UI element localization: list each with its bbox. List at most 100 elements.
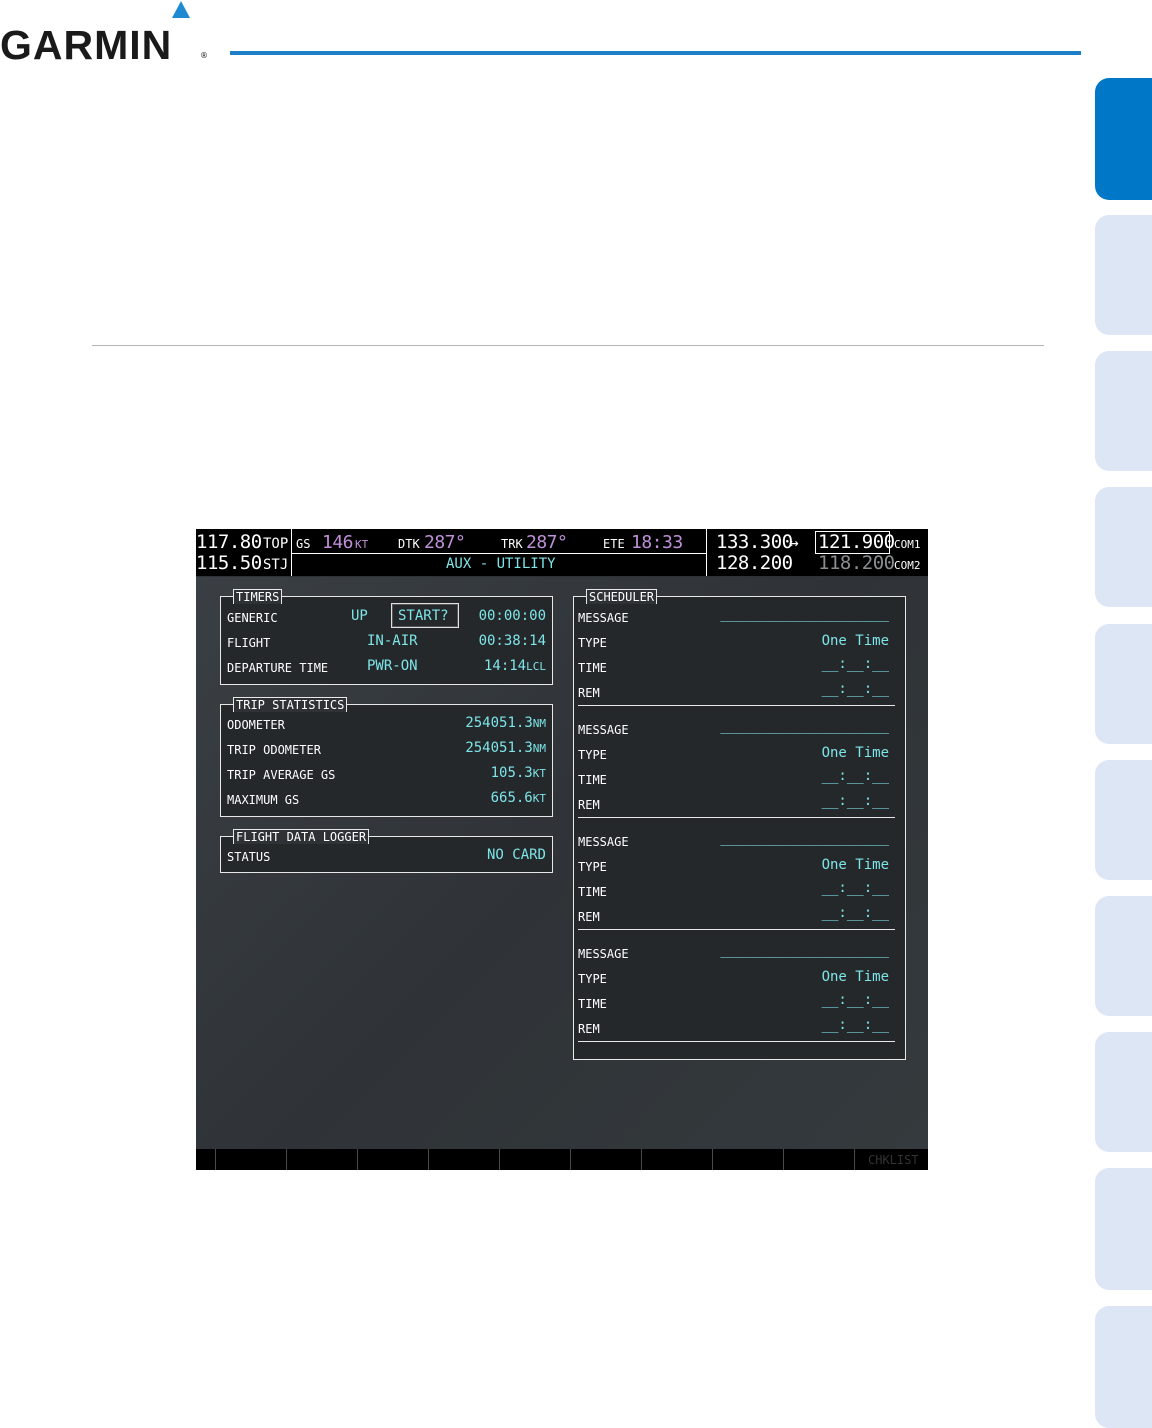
registered-mark: ® (200, 51, 208, 60)
generic-timer-direction[interactable]: UP (351, 609, 368, 623)
nav2-ident: STJ (263, 557, 289, 573)
departure-time-mode[interactable]: PWR-ON (367, 659, 418, 673)
softkey-10[interactable] (854, 1149, 855, 1170)
section-tab-9[interactable] (1095, 1168, 1152, 1290)
flight-timer-label: FLIGHT (227, 636, 271, 650)
trip-statistics-title: TRIP STATISTICS (233, 697, 348, 712)
garmin-logo: GARMIN ® (0, 0, 215, 70)
logo-triangle-icon (172, 1, 190, 18)
com2-active-frequency[interactable]: 118.200 (818, 554, 895, 573)
scheduler-type-label: TYPE (578, 972, 607, 986)
trip-statistics-panel: TRIP STATISTICS ODOMETER 254051.3NM TRIP… (220, 697, 553, 817)
section-tab-2[interactable] (1095, 215, 1152, 335)
dtk-value: 287° (424, 532, 466, 553)
scheduler-rem-label: REM (578, 1022, 600, 1036)
com2-label: COM2 (894, 559, 921, 572)
scheduler-rem-label: REM (578, 910, 600, 924)
softkey-7[interactable] (641, 1149, 642, 1170)
scheduler-type-label: TYPE (578, 748, 607, 762)
scheduler-message-value[interactable]: ____________________ (720, 831, 889, 845)
softkey-6[interactable] (570, 1149, 571, 1170)
scheduler-rem-label: REM (578, 798, 600, 812)
scheduler-type-value[interactable]: One Time (822, 970, 889, 984)
scheduler-time-value[interactable]: __:__:__ (822, 993, 889, 1007)
section-tab-4[interactable] (1095, 487, 1152, 607)
section-tab-8[interactable] (1095, 1032, 1152, 1152)
scheduler-type-value[interactable]: One Time (822, 634, 889, 648)
trip-odometer-value: 254051.3NM (465, 740, 546, 756)
scheduler-type-label: TYPE (578, 636, 607, 650)
gs-unit: KT (355, 538, 369, 551)
scheduler-message-label: MESSAGE (578, 723, 629, 737)
scheduler-message-value[interactable]: ____________________ (720, 943, 889, 957)
ete-value: 18:33 (631, 532, 683, 553)
section-tab-6[interactable] (1095, 760, 1152, 880)
scheduler-type-value[interactable]: One Time (822, 746, 889, 760)
section-divider (92, 345, 1044, 346)
scheduler-type-label: TYPE (578, 860, 607, 874)
logger-status-label: STATUS (227, 850, 271, 864)
odometer-label: ODOMETER (227, 718, 285, 732)
softkey-5[interactable] (499, 1149, 500, 1170)
scheduler-time-value[interactable]: __:__:__ (822, 657, 889, 671)
com1-active-frequency[interactable]: 121.900 (818, 533, 895, 552)
section-tab-7[interactable] (1095, 896, 1152, 1016)
logo-text: GARMIN (0, 22, 173, 68)
scheduler-separator (578, 705, 895, 706)
scheduler-separator (578, 1041, 895, 1042)
flight-timer-mode[interactable]: IN-AIR (367, 634, 418, 648)
scheduler-message-value[interactable]: ____________________ (720, 607, 889, 621)
softkey-2[interactable] (286, 1149, 287, 1170)
trk-label: TRK (501, 537, 523, 551)
com2-standby-frequency[interactable]: 128.200 (716, 554, 793, 573)
trip-average-gs-value: 105.3KT (490, 765, 546, 781)
softkey-1[interactable] (215, 1149, 216, 1170)
com1-label: COM1 (894, 538, 921, 551)
departure-time-value: 14:14LCL (483, 658, 546, 674)
trk-value: 287° (526, 532, 568, 553)
scheduler-message-value[interactable]: ____________________ (720, 719, 889, 733)
softkey-8[interactable] (712, 1149, 713, 1170)
checklist-softkey[interactable]: CHKLIST (868, 1153, 919, 1167)
departure-time-label: DEPARTURE TIME (227, 661, 329, 675)
swap-arrow-icon: ↔ (789, 533, 799, 552)
gs-label: GS (296, 537, 311, 551)
flight-data-logger-panel: FLIGHT DATA LOGGER STATUS NO CARD (220, 829, 553, 873)
scheduler-time-value[interactable]: __:__:__ (822, 769, 889, 783)
com1-standby-frequency[interactable]: 133.300 (716, 533, 793, 552)
scheduler-panel: SCHEDULER MESSAGE ____________________ T… (573, 589, 906, 1060)
aux-utility-screen: 117.80 TOP 115.50 STJ GS 146 KT DTK 287°… (196, 529, 928, 1170)
dtk-label: DTK (398, 537, 420, 551)
scheduler-time-label: TIME (578, 885, 607, 899)
section-tab-1[interactable] (1095, 78, 1152, 200)
softkey-3[interactable] (357, 1149, 358, 1170)
generic-timer-label: GENERIC (227, 611, 278, 625)
scheduler-type-value[interactable]: One Time (822, 858, 889, 872)
trip-average-gs-label: TRIP AVERAGE GS (227, 768, 336, 782)
scheduler-time-value[interactable]: __:__:__ (822, 881, 889, 895)
softkey-bar: CHKLIST (196, 1149, 928, 1170)
nav2-frequency[interactable]: 115.50 (196, 554, 262, 573)
nav1-ident: TOP (263, 536, 289, 552)
scheduler-message-label: MESSAGE (578, 947, 629, 961)
generic-timer-action[interactable]: START? (398, 609, 449, 623)
logger-status-value: NO CARD (486, 847, 546, 863)
odometer-value: 254051.3NM (465, 715, 546, 731)
scheduler-time-label: TIME (578, 661, 607, 675)
generic-timer-value: 00:00:00 (478, 608, 546, 624)
header-rule (230, 51, 1081, 55)
softkey-9[interactable] (783, 1149, 784, 1170)
scheduler-time-label: TIME (578, 773, 607, 787)
section-tab-3[interactable] (1095, 351, 1152, 471)
scheduler-separator (578, 817, 895, 818)
scheduler-rem-value: __:__:__ (821, 905, 889, 921)
timers-panel: TIMERS GENERIC UP START? 00:00:00 FLIGHT… (220, 589, 553, 685)
section-tab-10[interactable] (1095, 1306, 1152, 1428)
timers-title: TIMERS (233, 589, 283, 604)
nav1-frequency[interactable]: 117.80 (196, 533, 262, 552)
scheduler-rem-label: REM (578, 686, 600, 700)
scheduler-rem-value: __:__:__ (821, 1017, 889, 1033)
scheduler-title: SCHEDULER (586, 589, 658, 604)
section-tab-5[interactable] (1095, 624, 1152, 744)
softkey-4[interactable] (428, 1149, 429, 1170)
